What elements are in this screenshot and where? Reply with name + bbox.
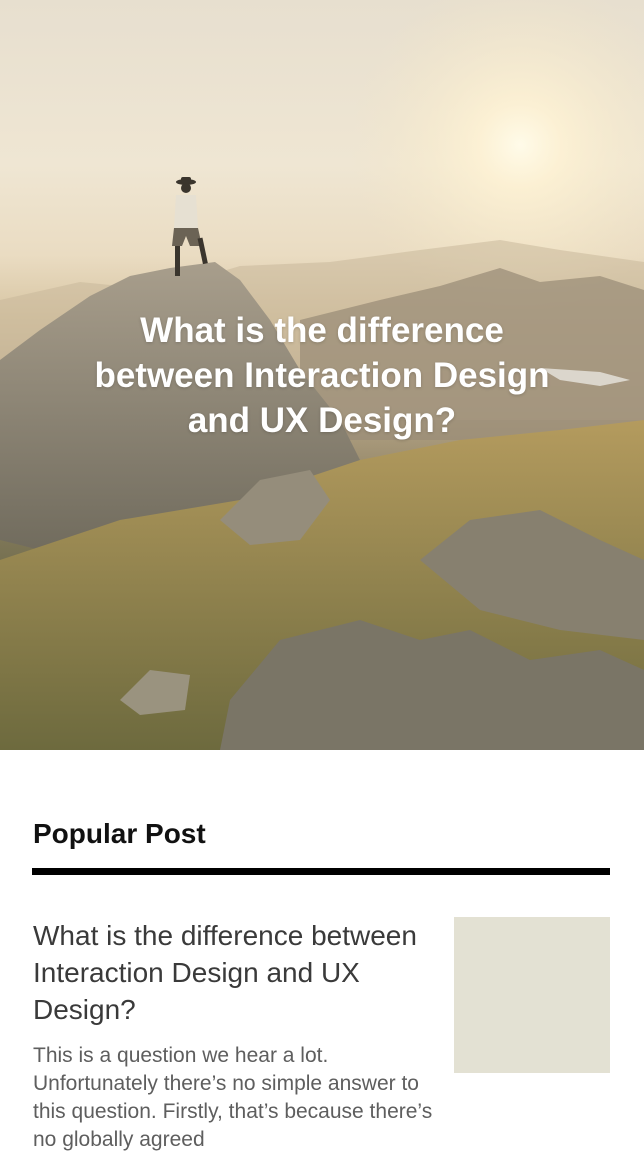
section-divider: [32, 868, 610, 875]
popular-post-heading: Popular Post: [33, 818, 206, 849]
post-excerpt: This is a question we hear a lot. Unfort…: [33, 1044, 433, 1151]
hero-title[interactable]: What is the difference between Interacti…: [0, 308, 644, 443]
hero-banner[interactable]: What is the difference between Interacti…: [0, 0, 644, 750]
post-title-link[interactable]: What is the difference between Interacti…: [33, 917, 433, 1028]
post-thumbnail[interactable]: [454, 917, 610, 1073]
